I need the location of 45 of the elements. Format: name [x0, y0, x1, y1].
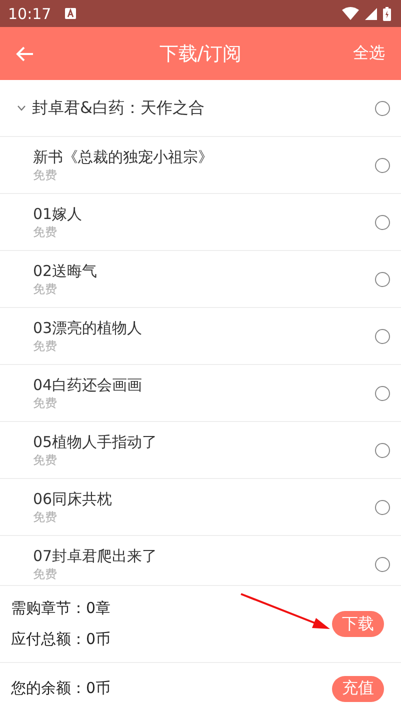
status-time: 10:17 [8, 4, 52, 22]
radio-button[interactable] [375, 500, 390, 514]
chapter-row[interactable]: 04白药还会画画 免费 [0, 365, 401, 422]
radio-button[interactable] [375, 100, 390, 116]
volume-title: 封卓君&白药：天作之合 [32, 98, 206, 118]
chapter-title: 06同床共枕 [33, 489, 114, 509]
chapter-price: 免费 [33, 395, 58, 411]
chapters-needed: 需购章节：0章 [11, 599, 111, 618]
radio-button[interactable] [375, 556, 390, 572]
chapter-title: 05植物人手指动了 [33, 432, 158, 452]
page-title: 下载/订阅 [159, 42, 242, 66]
chapter-price: 免费 [33, 509, 58, 525]
chapter-title: 新书《总裁的独宠小祖宗》 [33, 147, 214, 167]
chapter-row[interactable]: 01嫁人 免费 [0, 194, 401, 251]
chapter-row[interactable]: 07封卓君爬出来了 免费 [0, 536, 401, 585]
chapter-title: 07封卓君爬出来了 [33, 546, 158, 566]
chapter-row[interactable]: 新书《总裁的独宠小祖宗》 免费 [0, 137, 401, 194]
chapter-row[interactable]: 03漂亮的植物人 免费 [0, 308, 401, 365]
chapter-row[interactable]: 06同床共枕 免费 [0, 479, 401, 536]
radio-button[interactable] [375, 386, 390, 400]
radio-button[interactable] [375, 214, 390, 230]
chapter-price: 免费 [33, 338, 58, 354]
wifi-icon [342, 7, 359, 20]
chapter-price: 免费 [33, 452, 58, 468]
chapter-row[interactable]: 02送晦气 免费 [0, 251, 401, 308]
chapter-price: 免费 [33, 167, 58, 183]
volume-header[interactable]: 封卓君&白药：天作之合 [0, 80, 401, 137]
battery-icon [383, 6, 391, 20]
chapter-title: 01嫁人 [33, 204, 84, 224]
chapter-title: 04白药还会画画 [33, 375, 144, 395]
signal-icon [365, 8, 377, 20]
chapter-price: 免费 [33, 566, 58, 582]
back-arrow-icon[interactable] [16, 46, 34, 62]
chapter-price: 免费 [33, 224, 58, 240]
radio-button[interactable] [375, 328, 390, 344]
chapter-title: 03漂亮的植物人 [33, 318, 144, 338]
balance-text: 您的余额：0币 [11, 679, 112, 698]
radio-button[interactable] [375, 158, 390, 172]
notification-icon [65, 8, 76, 19]
chapter-row[interactable]: 05植物人手指动了 免费 [0, 422, 401, 479]
radio-button[interactable] [375, 442, 390, 458]
total-due: 应付总额：0币 [11, 630, 111, 649]
chapter-price: 免费 [33, 281, 58, 297]
radio-button[interactable] [375, 272, 390, 286]
chapter-title: 02送晦气 [33, 261, 98, 281]
